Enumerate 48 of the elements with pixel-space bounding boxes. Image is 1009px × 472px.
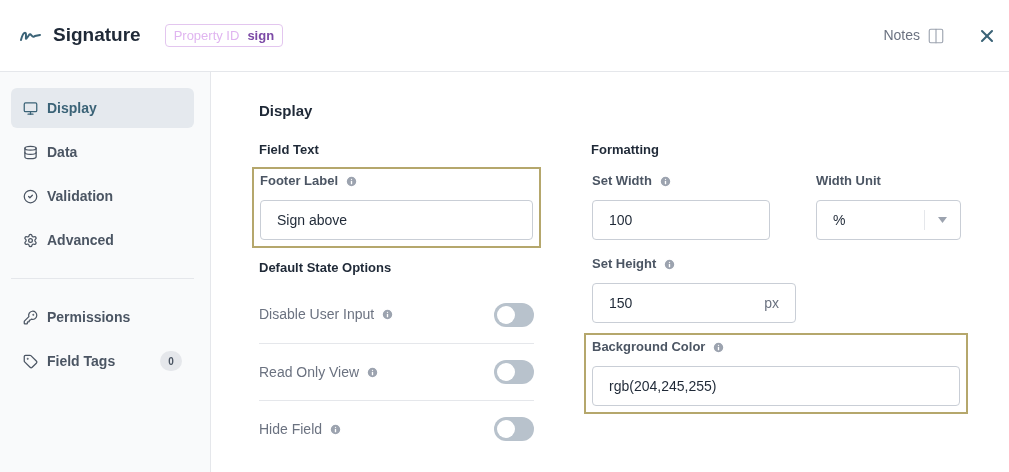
key-icon — [23, 309, 38, 325]
field-label: Width Unit — [816, 172, 881, 191]
info-icon — [381, 308, 395, 321]
toggle-switch[interactable] — [494, 417, 534, 441]
text-field[interactable]: Sign above — [260, 200, 533, 240]
badge-label: Property ID — [173, 26, 240, 45]
database-icon — [23, 144, 38, 160]
text-field[interactable]: 150 px — [592, 283, 796, 323]
toggle-label: Disable User Input — [259, 305, 375, 324]
sidebar-item[interactable]: Field Tags 0 — [11, 341, 194, 381]
info-icon — [663, 257, 677, 271]
toggle-label: Hide Field — [259, 419, 323, 439]
badge-value: sign — [247, 26, 275, 45]
field-label: Footer Label — [260, 172, 338, 191]
signature-icon — [20, 29, 42, 42]
group-heading: Formatting — [591, 141, 660, 159]
info-icon — [329, 422, 343, 436]
unit-suffix: px — [764, 293, 779, 313]
caret-icon — [938, 217, 947, 223]
field-label: Set Width — [592, 172, 652, 191]
toggle-switch[interactable] — [494, 360, 534, 384]
tag-icon — [23, 353, 38, 369]
text-field[interactable]: rgb(204,245,255) — [592, 366, 960, 406]
field-label: Background Color — [592, 338, 706, 357]
gear-icon — [23, 232, 38, 248]
section-title: Display — [259, 101, 314, 121]
info-icon — [712, 340, 726, 354]
sidebar-item[interactable]: Permissions — [11, 297, 194, 337]
toggle-label: Read Only View — [259, 362, 360, 382]
notes-button[interactable]: Notes — [883, 25, 945, 46]
sidebar-item[interactable]: Advanced — [11, 220, 194, 260]
sidebar-item[interactable]: Data — [11, 132, 194, 172]
sidebar-item[interactable]: Validation — [11, 176, 194, 216]
unit-select[interactable]: % — [816, 200, 961, 240]
sidebar-item[interactable]: Display — [11, 88, 194, 128]
info-icon — [658, 174, 672, 188]
info-icon — [366, 365, 380, 379]
count-badge: 0 — [160, 351, 182, 371]
panel-icon — [927, 26, 945, 45]
field-label: Set Height — [592, 255, 657, 274]
monitor-icon — [23, 100, 38, 116]
group-heading: Field Text — [259, 141, 320, 159]
toggle-switch[interactable] — [494, 302, 534, 327]
check-circle-icon — [23, 188, 38, 204]
text-field[interactable]: 100 — [592, 200, 770, 240]
group-heading: Default State Options — [259, 259, 393, 277]
info-icon — [345, 174, 358, 188]
page-title: Signature — [53, 23, 141, 48]
